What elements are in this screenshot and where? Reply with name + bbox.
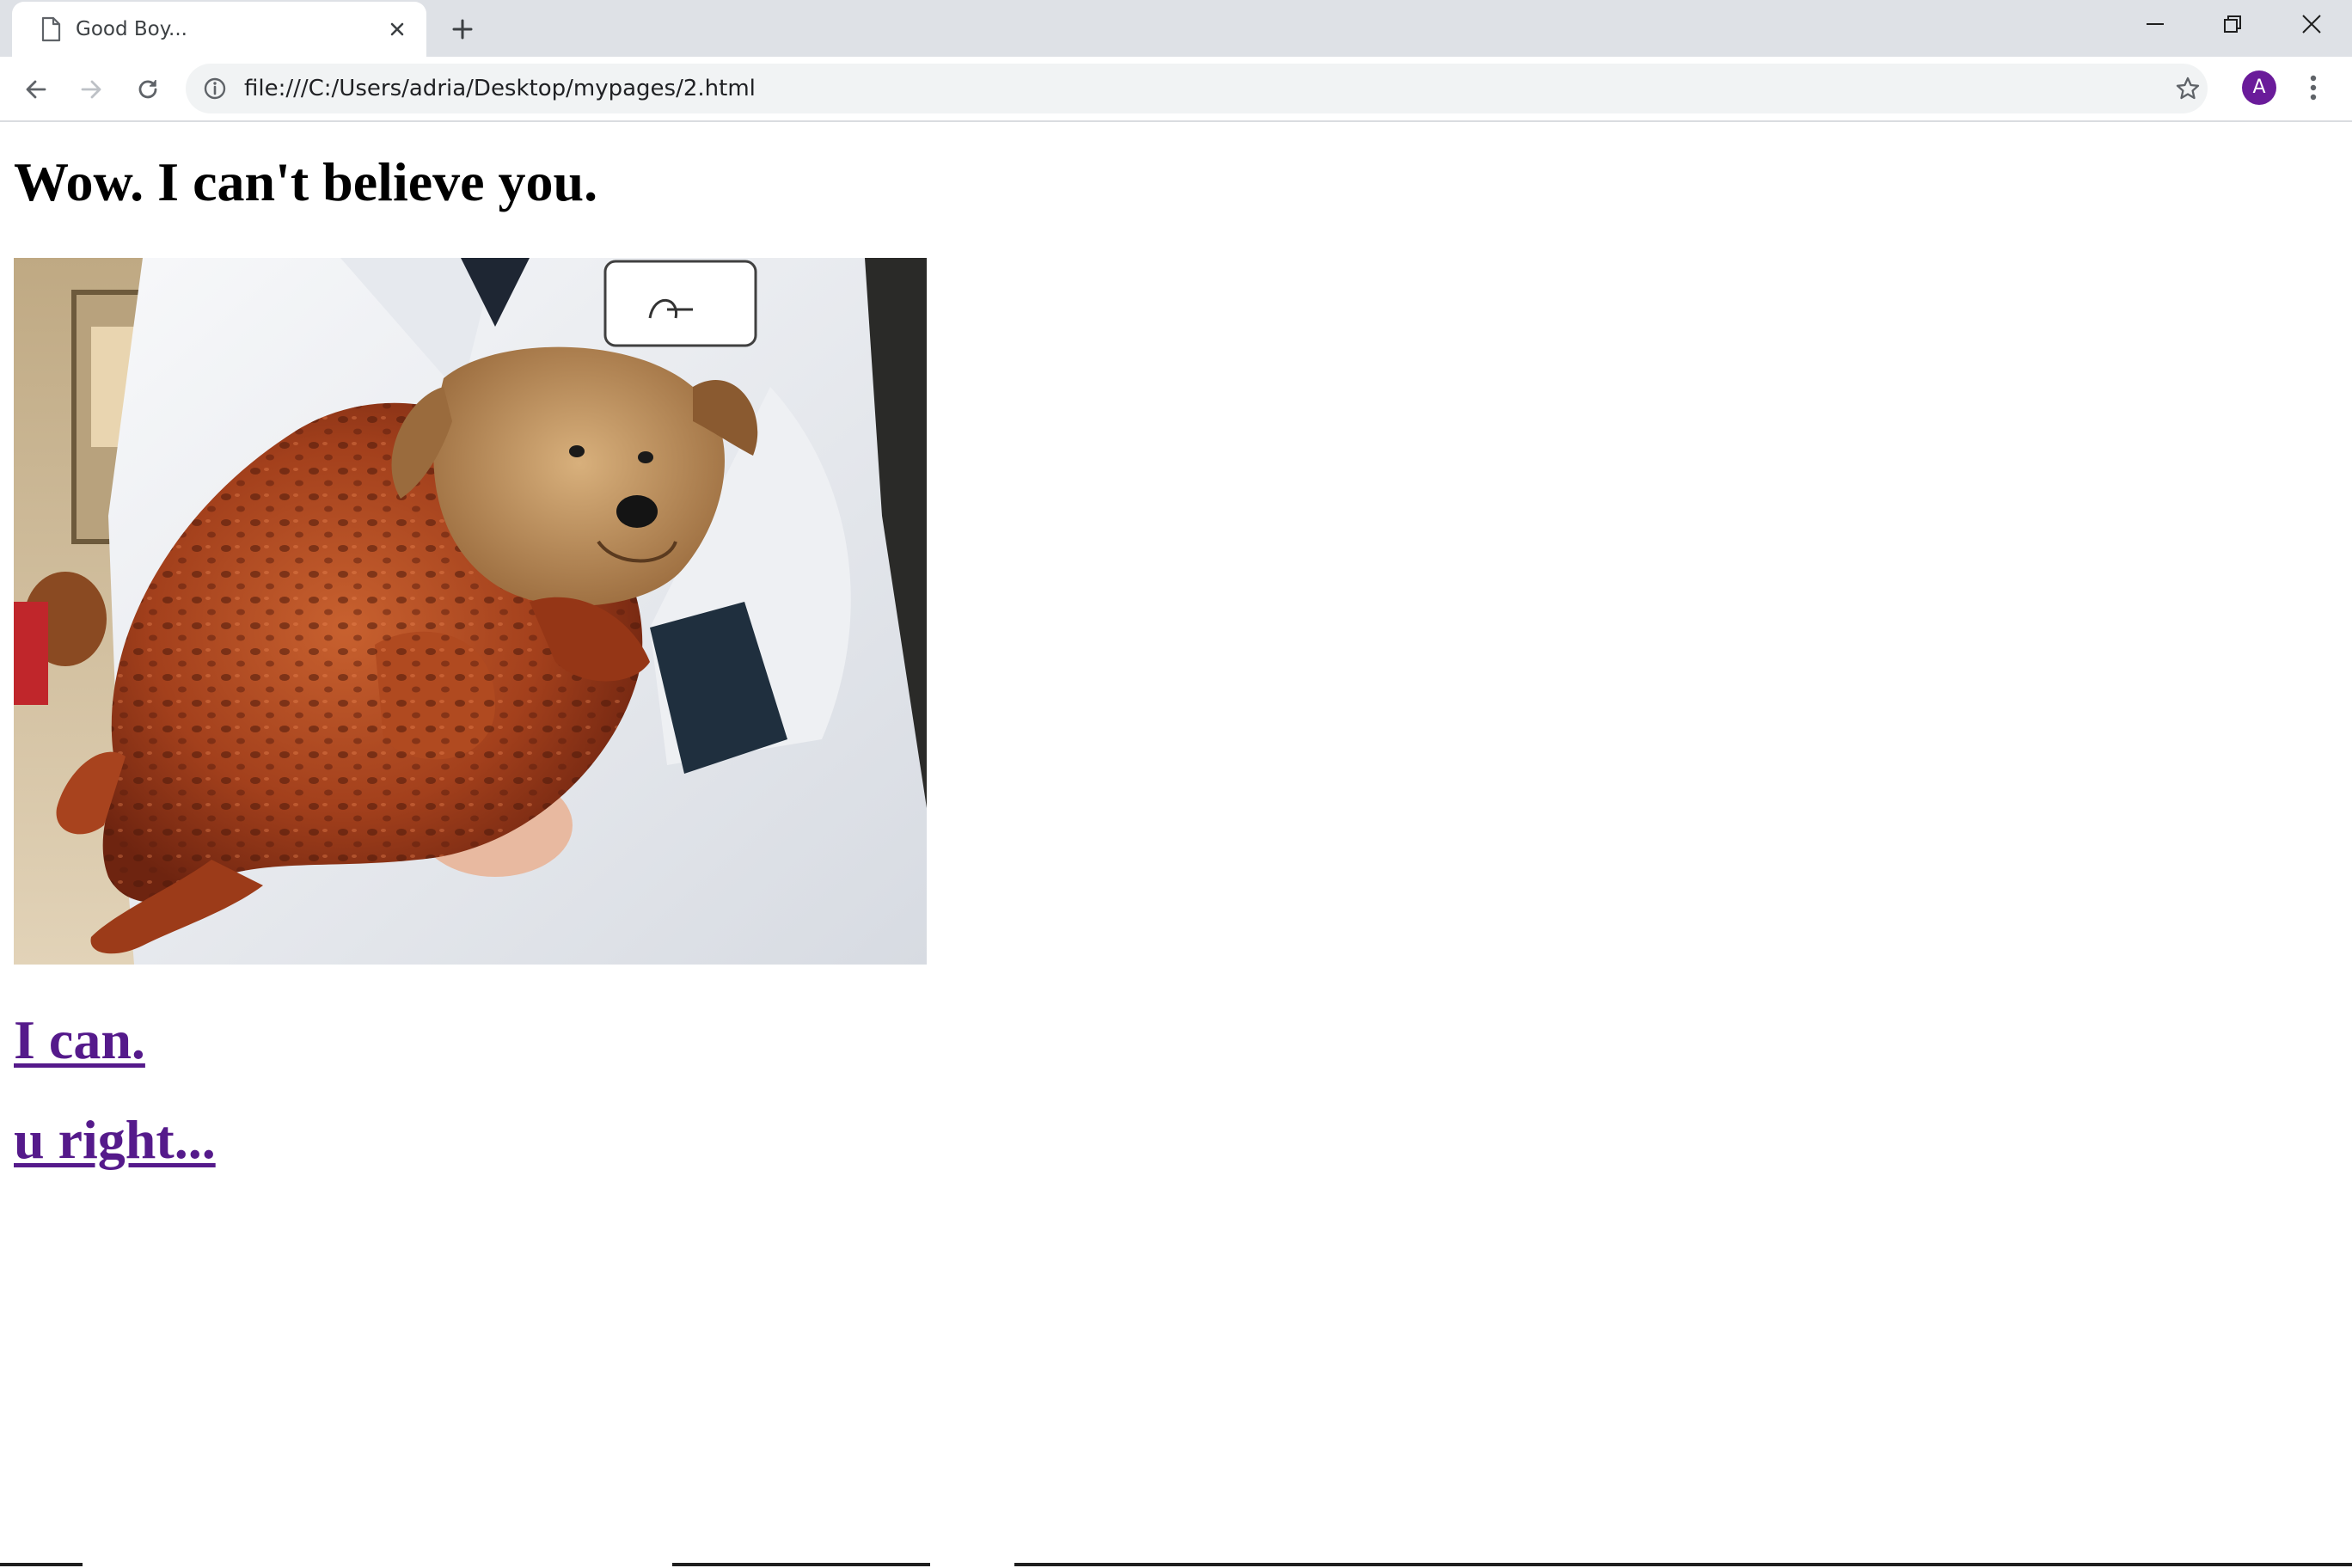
forward-button[interactable] — [72, 70, 110, 108]
taskbar-segment — [1014, 1563, 2352, 1566]
browser-toolbar: file:///C:/Users/adria/Desktop/mypages/2… — [0, 57, 2352, 122]
browser-tab[interactable]: Good Boy... — [12, 2, 426, 57]
reload-button[interactable] — [129, 70, 167, 108]
document-icon — [41, 16, 61, 42]
arrow-left-icon — [26, 80, 46, 99]
plus-icon[interactable] — [445, 12, 480, 46]
three-dots-vertical-icon[interactable] — [2300, 70, 2326, 105]
profile-avatar[interactable]: A — [2242, 70, 2276, 105]
photo-illustration — [14, 258, 927, 965]
info-icon[interactable] — [203, 77, 227, 101]
taskbar-edge — [0, 1563, 2352, 1568]
arrow-right-icon — [81, 80, 101, 99]
dog-turkey-costume-image — [14, 258, 927, 965]
page-heading: Wow. I can't believe you. — [14, 151, 598, 212]
link-u-right[interactable]: u right... — [14, 1112, 216, 1167]
reload-icon — [138, 80, 157, 99]
minimize-button[interactable] — [2116, 0, 2194, 48]
restore-icon — [2224, 15, 2241, 33]
star-icon[interactable] — [2175, 76, 2201, 101]
window-close-button[interactable] — [2273, 0, 2350, 48]
tab-title: Good Boy... — [76, 18, 187, 40]
close-icon — [2302, 15, 2321, 34]
back-button[interactable] — [17, 70, 55, 108]
minimize-icon — [2147, 23, 2164, 25]
page-content: Wow. I can't believe you. I can. u right… — [0, 122, 2352, 1563]
address-bar[interactable]: file:///C:/Users/adria/Desktop/mypages/2… — [186, 64, 2208, 113]
link-i-can[interactable]: I can. — [14, 1013, 145, 1068]
taskbar-segment — [0, 1563, 83, 1566]
taskbar-segment — [672, 1563, 930, 1566]
restore-button[interactable] — [2194, 0, 2271, 48]
close-icon[interactable] — [385, 17, 409, 41]
url-text[interactable]: file:///C:/Users/adria/Desktop/mypages/2… — [244, 64, 756, 113]
tab-strip: Good Boy... — [0, 0, 2352, 57]
